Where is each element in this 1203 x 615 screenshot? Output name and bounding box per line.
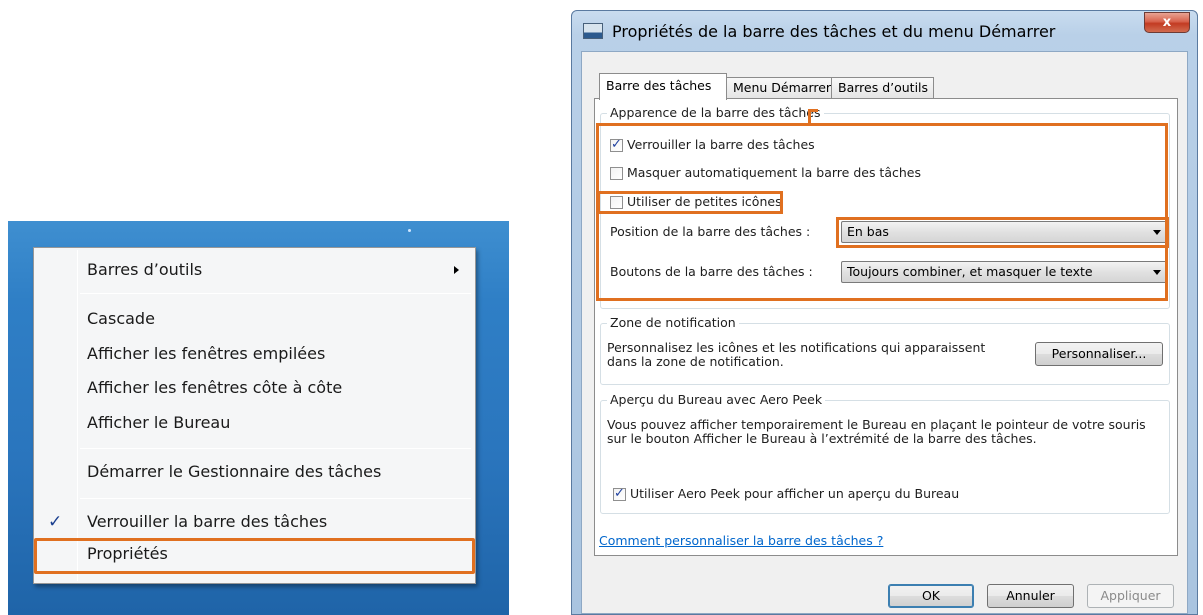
- dialog-title: Propriétés de la barre des tâches et du …: [612, 22, 1056, 41]
- menu-item-stacked[interactable]: Afficher les fenêtres empilées: [34, 338, 475, 370]
- group-legend: Apparence de la barre des tâches: [607, 105, 824, 120]
- tab-toolbars[interactable]: Barres d’outils: [831, 77, 934, 99]
- apply-button[interactable]: Appliquer: [1087, 584, 1174, 608]
- menu-item-label: Démarrer le Gestionnaire des tâches: [87, 462, 382, 481]
- dialog-titlebar[interactable]: Propriétés de la barre des tâches et du …: [572, 11, 1197, 51]
- menu-item-toolbars[interactable]: Barres d’outils: [34, 254, 475, 286]
- menu-item-label: Afficher les fenêtres empilées: [87, 344, 326, 363]
- group-legend: Aperçu du Bureau avec Aero Peek: [607, 392, 826, 407]
- aero-peek-checkbox[interactable]: [613, 486, 626, 501]
- menu-separator: [80, 293, 471, 294]
- taskbar-properties-dialog: Propriétés de la barre des tâches et du …: [571, 10, 1198, 615]
- tab-panel-taskbar: Apparence de la barre des tâches Verroui…: [594, 98, 1178, 556]
- aero-peek-text-2: sur le bouton Afficher le Bureau à l’ext…: [607, 431, 1037, 446]
- aero-peek-label: Utiliser Aero Peek pour afficher un aper…: [630, 486, 960, 501]
- tab-start-menu[interactable]: Menu Démarrer: [726, 77, 832, 99]
- menu-item-show-desktop[interactable]: Afficher le Bureau: [34, 407, 475, 439]
- menu-item-side-by-side[interactable]: Afficher les fenêtres côte à côte: [34, 372, 475, 404]
- checkmark-icon: ✓: [48, 512, 63, 532]
- highlight-properties: [34, 538, 475, 574]
- menu-item-task-manager[interactable]: Démarrer le Gestionnaire des tâches: [34, 456, 475, 488]
- cancel-button[interactable]: Annuler: [987, 584, 1074, 608]
- taskbar-context-menu: Barres d’outils Cascade Afficher les fen…: [33, 247, 476, 584]
- menu-item-lock-taskbar[interactable]: ✓ Verrouiller la barre des tâches: [34, 506, 475, 538]
- help-link[interactable]: Comment personnaliser la barre des tâche…: [599, 533, 883, 548]
- submenu-arrow-icon: [454, 266, 459, 274]
- notification-text-1: Personnalisez les icônes et les notifica…: [607, 340, 986, 355]
- ok-button[interactable]: OK: [888, 584, 974, 608]
- group-legend: Zone de notification: [607, 315, 739, 330]
- highlight-legend-notch: [808, 109, 818, 126]
- highlight-position-dropdown: [836, 217, 1169, 248]
- menu-item-cascade[interactable]: Cascade: [34, 303, 475, 335]
- taskbar-icon: [583, 23, 603, 39]
- menu-separator: [80, 498, 471, 499]
- highlight-small-icons: [597, 191, 783, 214]
- menu-item-label: Afficher le Bureau: [87, 413, 231, 432]
- menu-item-label: Afficher les fenêtres côte à côte: [87, 378, 343, 397]
- dialog-client: Barre des tâches Menu Démarrer Barres d’…: [581, 51, 1188, 614]
- menu-item-label: Barres d’outils: [87, 260, 203, 279]
- aero-peek-text-1: Vous pouvez afficher temporairement le B…: [607, 417, 1146, 432]
- close-button[interactable]: x: [1144, 12, 1190, 33]
- menu-separator: [80, 448, 471, 449]
- menu-item-label: Verrouiller la barre des tâches: [87, 512, 328, 531]
- menu-item-label: Cascade: [87, 309, 155, 328]
- tab-taskbar[interactable]: Barre des tâches: [599, 73, 727, 100]
- customize-button[interactable]: Personnaliser...: [1035, 342, 1163, 366]
- notification-text-2: dans la zone de notification.: [607, 354, 784, 369]
